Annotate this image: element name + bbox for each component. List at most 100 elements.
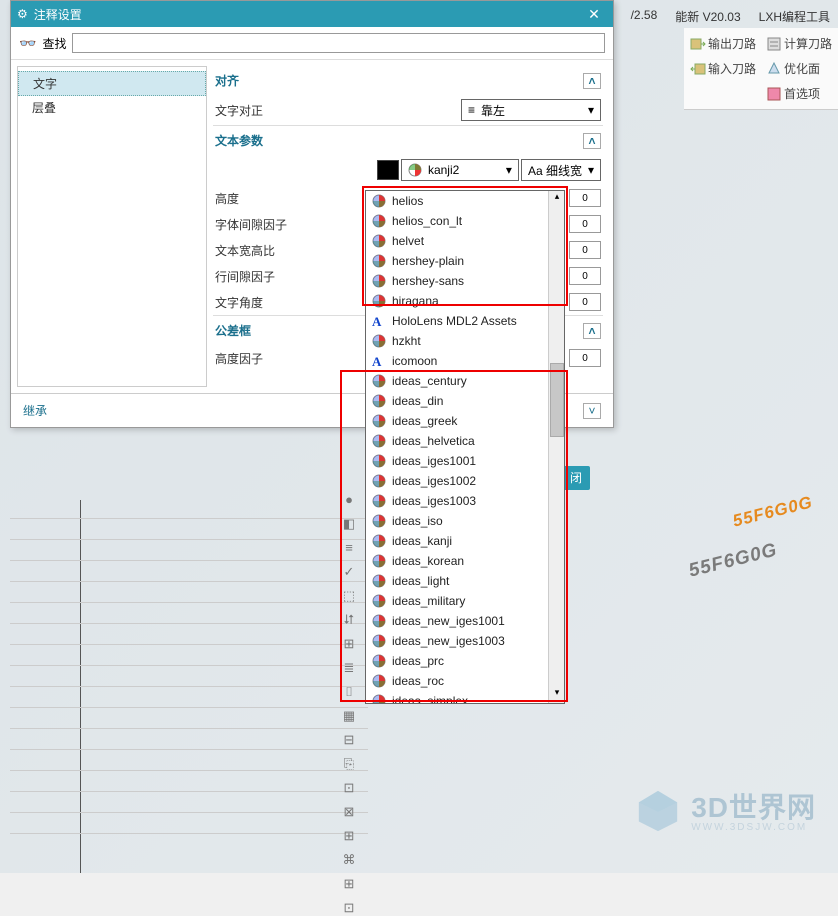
font-option[interactable]: hershey-plain	[366, 251, 564, 271]
font-name: ideas_helvetica	[392, 434, 475, 448]
tool-icon[interactable]: ⊟	[341, 732, 357, 748]
font-family-select[interactable]: kanji2 ▾	[401, 159, 519, 181]
font-name: ideas_simplex	[392, 694, 468, 704]
dialog-titlebar[interactable]: ⚙ 注释设置 ✕	[11, 1, 613, 27]
font-option[interactable]: ideas_military	[366, 591, 564, 611]
tool-icon[interactable]: ✓	[341, 564, 357, 580]
inherit-label: 继承	[23, 402, 47, 419]
font-option[interactable]: ideas_century	[366, 371, 564, 391]
font-option[interactable]: helios	[366, 191, 564, 211]
tool-icon[interactable]: ⮃	[341, 612, 357, 628]
tool-icon[interactable]: ●	[341, 492, 357, 508]
font-option[interactable]: ideas_korean	[366, 551, 564, 571]
font-option[interactable]: ideas_iges1001	[366, 451, 564, 471]
ribbon-optimize-face[interactable]: 优化面	[764, 59, 834, 78]
tool-icon[interactable]: ⬚	[341, 588, 357, 604]
font-option[interactable]: ideas_iso	[366, 511, 564, 531]
font-name: ideas_iges1001	[392, 454, 476, 468]
ribbon-preferences[interactable]: 首选项	[764, 84, 834, 103]
value-stub[interactable]: 0	[569, 189, 601, 207]
height-factor-label: 高度因子	[215, 350, 325, 367]
font-option[interactable]: ideas_iges1003	[366, 491, 564, 511]
font-option[interactable]: helios_con_lt	[366, 211, 564, 231]
font-option[interactable]: hzkht	[366, 331, 564, 351]
font-name: ideas_prc	[392, 654, 444, 668]
tool-icon[interactable]: ⊞	[341, 828, 357, 844]
tool-icon[interactable]: ⊠	[341, 804, 357, 820]
category-item-layer[interactable]: 层叠	[18, 96, 206, 119]
value-stub[interactable]: 0	[569, 267, 601, 285]
category-item-text[interactable]: 文字	[18, 71, 206, 96]
value-stub[interactable]: 0	[569, 241, 601, 259]
category-tree[interactable]: 文字 层叠	[17, 66, 207, 387]
font-option[interactable]: ideas_new_iges1001	[366, 611, 564, 631]
font-name: helios	[392, 194, 423, 208]
tool-icon[interactable]: ◧	[341, 516, 357, 532]
tool-icon[interactable]: ⌷	[341, 684, 357, 700]
chevron-up-icon[interactable]: ˄	[583, 133, 601, 149]
font-option[interactable]: ideas_simplex	[366, 691, 564, 704]
chevron-up-icon[interactable]: ˄	[583, 323, 601, 339]
value-stub[interactable]: 0	[569, 293, 601, 311]
font-name: ideas_light	[392, 574, 449, 588]
font-name: ideas_iges1002	[392, 474, 476, 488]
ribbon-label: 计算刀路	[784, 35, 832, 52]
dialog-close-button[interactable]: ✕	[581, 6, 607, 23]
font-option[interactable]: Aicomoon	[366, 351, 564, 371]
font-option[interactable]: AHoloLens MDL2 Assets	[366, 311, 564, 331]
select-value: kanji2	[428, 163, 459, 177]
text-align-select[interactable]: ≡ 靠左 ▾	[461, 99, 601, 121]
brand-url: WWW.3DSJW.COM	[691, 822, 816, 833]
font-dropdown-list[interactable]: helios helios_con_lthelvethershey-plainhe…	[365, 190, 565, 704]
section-title: 对齐	[215, 72, 239, 89]
chevron-up-icon[interactable]: ˄	[583, 73, 601, 89]
tool-icon[interactable]: ⊞	[341, 636, 357, 652]
font-option[interactable]: ideas_kanji	[366, 531, 564, 551]
tool-icon[interactable]: ⊡	[341, 900, 357, 916]
ribbon-calc-toolpath[interactable]: 计算刀路	[764, 34, 834, 53]
tool-icon[interactable]: ⊞	[341, 876, 357, 892]
search-input[interactable]	[72, 33, 605, 53]
font-option[interactable]: ideas_new_iges1003	[366, 631, 564, 651]
tool-icon[interactable]: ≣	[341, 660, 357, 676]
text-color-swatch[interactable]	[377, 160, 399, 180]
tool-icon[interactable]: ⊡	[341, 780, 357, 796]
font-option[interactable]: ideas_greek	[366, 411, 564, 431]
lxh-tool: LXH编程工具	[759, 8, 830, 25]
close-button[interactable]: 闭	[562, 466, 590, 490]
section-align[interactable]: 对齐 ˄	[213, 66, 603, 95]
ribbon-input-toolpath[interactable]: 输入刀路	[688, 59, 758, 78]
value-stub[interactable]: 0	[569, 349, 601, 367]
scroll-up-arrow[interactable]: ▴	[549, 191, 565, 207]
font-name: icomoon	[392, 354, 437, 368]
gear-icon: ⚙	[17, 7, 28, 21]
font-option[interactable]: ideas_light	[366, 571, 564, 591]
font-option[interactable]: ideas_prc	[366, 651, 564, 671]
dropdown-scrollbar[interactable]: ▴ ▾	[548, 191, 564, 703]
font-name: hzkht	[392, 334, 421, 348]
vertical-tool-strip: ● ◧ ≡ ✓ ⬚ ⮃ ⊞ ≣ ⌷ ▦ ⊟ ⎘ ⊡ ⊠ ⊞ ⌘ ⊞ ⊡	[338, 492, 360, 916]
scroll-thumb[interactable]	[550, 363, 564, 437]
tool-icon[interactable]: ▦	[341, 708, 357, 724]
font-option[interactable]: ideas_helvetica	[366, 431, 564, 451]
tool-icon[interactable]: ⎘	[341, 756, 357, 772]
font-name: ideas_korean	[392, 554, 464, 568]
section-text-param[interactable]: 文本参数 ˄	[213, 125, 603, 155]
ribbon-label: 首选项	[784, 85, 820, 102]
font-name: ideas_iges1003	[392, 494, 476, 508]
font-option[interactable]: ideas_din	[366, 391, 564, 411]
tool-icon[interactable]: ⌘	[341, 852, 357, 868]
font-name: ideas_kanji	[392, 534, 452, 548]
value-stub[interactable]: 0	[569, 215, 601, 233]
font-option[interactable]: ideas_roc	[366, 671, 564, 691]
font-option[interactable]: helvet	[366, 231, 564, 251]
chevron-down-icon[interactable]: ˅	[583, 403, 601, 419]
font-option[interactable]: hiragana	[366, 291, 564, 311]
font-option[interactable]: ideas_iges1002	[366, 471, 564, 491]
font-option[interactable]: hershey-sans	[366, 271, 564, 291]
font-name: ideas_greek	[392, 414, 457, 428]
tool-icon[interactable]: ≡	[341, 540, 357, 556]
ribbon-output-toolpath[interactable]: 输出刀路	[688, 34, 758, 53]
scroll-down-arrow[interactable]: ▾	[549, 687, 565, 703]
font-weight-select[interactable]: Aa 细线宽 ▾	[521, 159, 601, 181]
